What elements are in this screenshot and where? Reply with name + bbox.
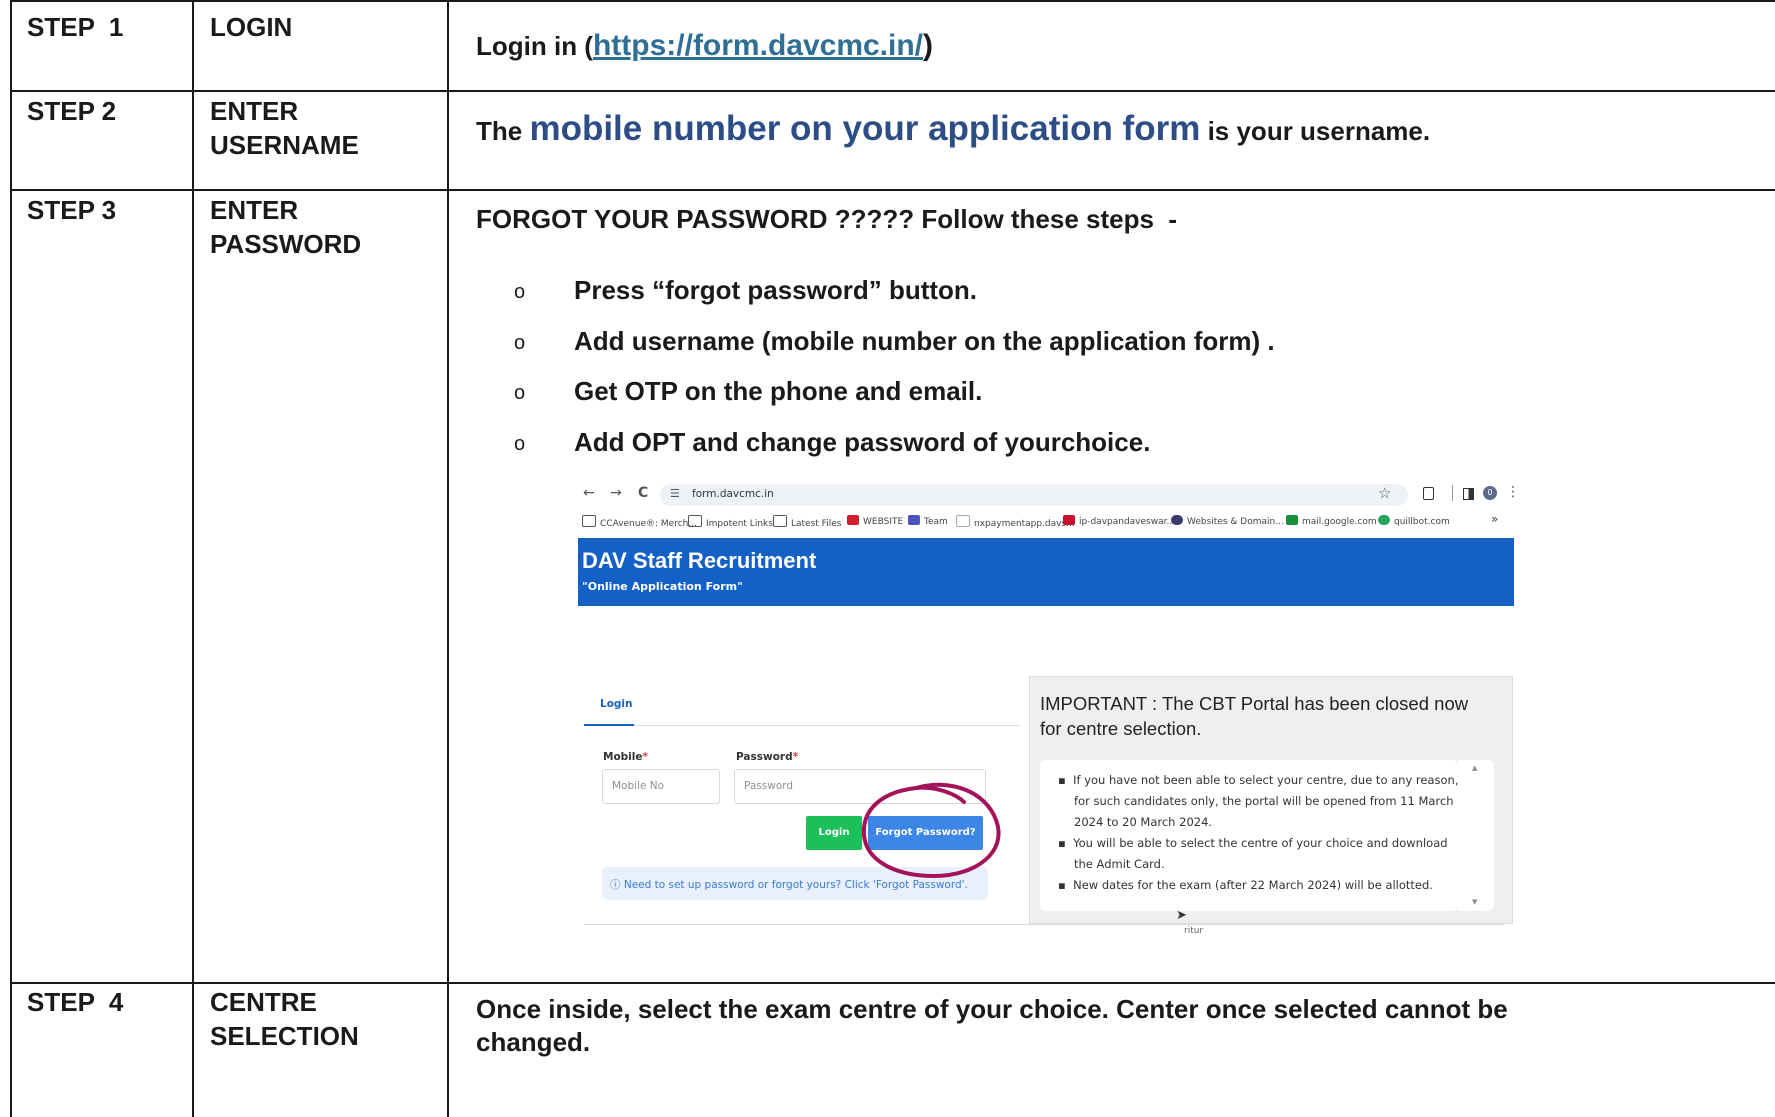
notice-scrollbar[interactable]: ▲ ▼ [1458,760,1494,911]
step-number: STEP 4 [27,987,124,1017]
column-divider [447,0,449,1117]
bookmark-item: WEBSITE [847,515,903,527]
row-divider [10,189,1775,191]
highlight-circle-annotation [861,782,1001,879]
step2-suffix: is your username. [1200,116,1431,146]
tab-underline [584,724,634,726]
bookmark-item: CCAvenue®: Merch... [582,515,697,529]
important-heading: IMPORTANT : The CBT Portal has been clos… [1040,693,1469,739]
tab-login[interactable]: Login [600,698,633,710]
table-border-left [10,0,12,1117]
important-notice-panel: IMPORTANT : The CBT Portal has been clos… [1029,676,1513,924]
extensions-icon [1423,487,1434,500]
step-number: STEP 2 [27,96,117,126]
step3-heading: FORGOT YOUR PASSWORD ????? Follow these … [476,204,1178,234]
bookmark-item: nxpaymentapp.davs... [956,515,1075,529]
login-button[interactable]: Login [806,816,862,850]
mobile-input[interactable]: Mobile No [602,769,720,804]
step4-text: Once inside, select the exam centre of y… [476,993,1508,1059]
bullet-mark: o [514,382,526,404]
bullet-mark: o [514,433,526,455]
step-label: SELECTION [210,1021,359,1051]
forward-icon: → [610,485,622,501]
row-divider [10,90,1775,92]
mobile-label: Mobile* [603,751,648,763]
menu-icon: ⋮ [1506,484,1520,500]
bookmark-item: Websites & Domain... [1171,515,1284,527]
notice-item: ▪ You will be able to select the centre … [1058,836,1448,871]
bookmark-item: Team [908,515,948,527]
step1-suffix: ) [923,29,934,62]
row-divider [10,982,1775,984]
step-number: STEP 1 [27,12,124,42]
panel-bottom-divider [584,924,1504,925]
step2-highlight: mobile number on your application form [529,109,1201,148]
table-border-top [10,0,1775,2]
step-label: ENTER [210,96,299,126]
reload-icon: C [638,485,649,501]
bookmarks-more-icon: » [1491,512,1499,526]
profile-avatar: 0 [1483,486,1497,500]
step1-text: Login in (https://form.davcmc.in/) [476,26,933,66]
step1-prefix: Login in ( [476,31,593,61]
important-list: ▪ If you have not been able to select yo… [1040,760,1459,911]
banner-title: DAV Staff Recruitment [582,548,817,573]
bookmark-item: mail.google.com [1286,515,1377,527]
bookmark-item: quillbot.com [1378,515,1450,527]
banner-subtitle: "Online Application Form" [582,580,743,593]
step4-line: changed. [476,1027,591,1057]
password-label: Password* [736,751,799,763]
step-label: ENTER [210,195,299,225]
footer-fragment: ritur [1184,926,1204,936]
cursor-icon: ➤ [1176,908,1187,923]
bookmark-star-icon: ☆ [1378,484,1392,502]
step-label: PASSWORD [210,229,362,259]
site-settings-icon: ☰ [670,487,680,500]
step2-text: The mobile number on your application fo… [476,108,1430,152]
bookmark-item: Impotent Links [688,515,773,529]
separator [1452,485,1453,501]
column-divider [192,0,194,1117]
bullet-mark: o [514,332,526,354]
login-page-screenshot: ← → C ☰ form.davcmc.in ☆ 0 ⋮ CCAvenue®: … [578,478,1520,958]
step-number: STEP 3 [27,195,117,225]
address-url: form.davcmc.in [692,488,774,500]
step4-line: Once inside, select the exam centre of y… [476,994,1508,1024]
address-bar: ☰ form.davcmc.in [660,484,1408,506]
notice-item: ▪ If you have not been able to select yo… [1058,773,1459,829]
step-label: USERNAME [210,130,359,160]
bookmark-item: Latest Files [773,515,841,529]
step2-prefix: The [476,116,530,146]
tab-divider [634,725,1020,726]
site-banner: DAV Staff Recruitment "Online Applicatio… [578,538,1514,606]
bookmark-item: ip-davpandaveswar... [1063,515,1175,527]
login-url-link[interactable]: https://form.davcmc.in/ [593,29,923,62]
notice-item: ▪ New dates for the exam (after 22 March… [1058,878,1433,892]
bullet-mark: o [514,281,526,303]
step-label: CENTRE [210,987,317,1017]
back-icon: ← [583,485,595,501]
sidepanel-icon [1463,488,1474,500]
step-label: LOGIN [210,12,293,42]
